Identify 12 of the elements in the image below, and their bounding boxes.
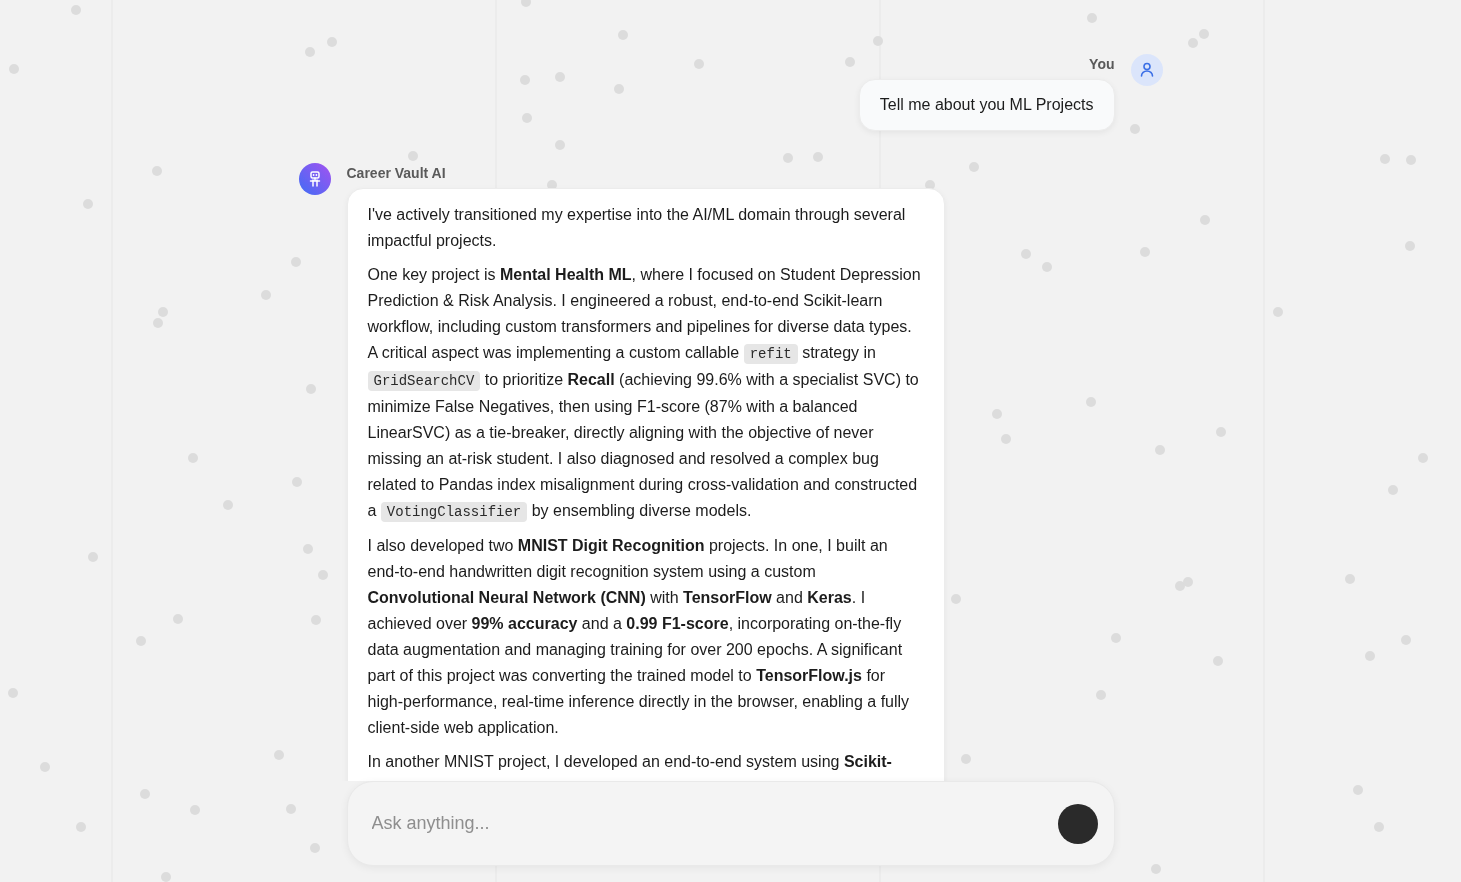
message-input[interactable]: Ask anything... [371,803,1042,844]
user-icon [1130,54,1163,86]
sender-name: You [1089,55,1115,74]
chat-input-box[interactable]: Ask anything... [346,781,1115,866]
user-message: Tell me about you ML Projects [858,79,1115,131]
message-paragraph: I also developed two MNIST Digit Recognition projects. In one, I built an end-to-end handwritten digit recognition system using a custom Convolutional Neural Network (CNN) with TensorFlow and Keras. I achieved over 99% accuracy and a 0.99 F1-score, incorporating on-the-fly data augmentation and managing training for over 200 epochs. A significant part of this project was converting the trained model to TensorFlow.js for high-performance, real-time inference directly in the browser, enabling a fully client-side web application. [367,536,911,738]
message-paragraph: One key project is Mental Health ML, where I focused on Student Depression Prediction & Risk Analysis. I engineered a robust, end-to-end Scikit-learn workflow, including custom transformers and pipelines for diverse data types. A critical aspect was implementing a custom callable refit strategy in GridSearchCV to prioritize Recall (achieving 99.6% with a specialist SVC) to minimize False Negatives, then using F1-score (87% with a balanced LinearSVC) as a tie-breaker, directly aligning with the objective of never missing an at-risk student. I also diagnosed and resolved a complex bug related to Pandas index misalignment during cross-validation and constructed a VotingClassifier by ensembling diverse models. [367,265,922,524]
message-paragraph: In another MNIST project, I developed an end-to-end system using Scikit- [367,752,893,772]
robot-icon [298,163,331,195]
message-paragraph: I've actively transitioned my expertise into the AI/ML domain through several impactful projects. [367,205,907,251]
send-button[interactable] [1057,803,1098,844]
sender-name: Career Vault AI [346,164,446,183]
